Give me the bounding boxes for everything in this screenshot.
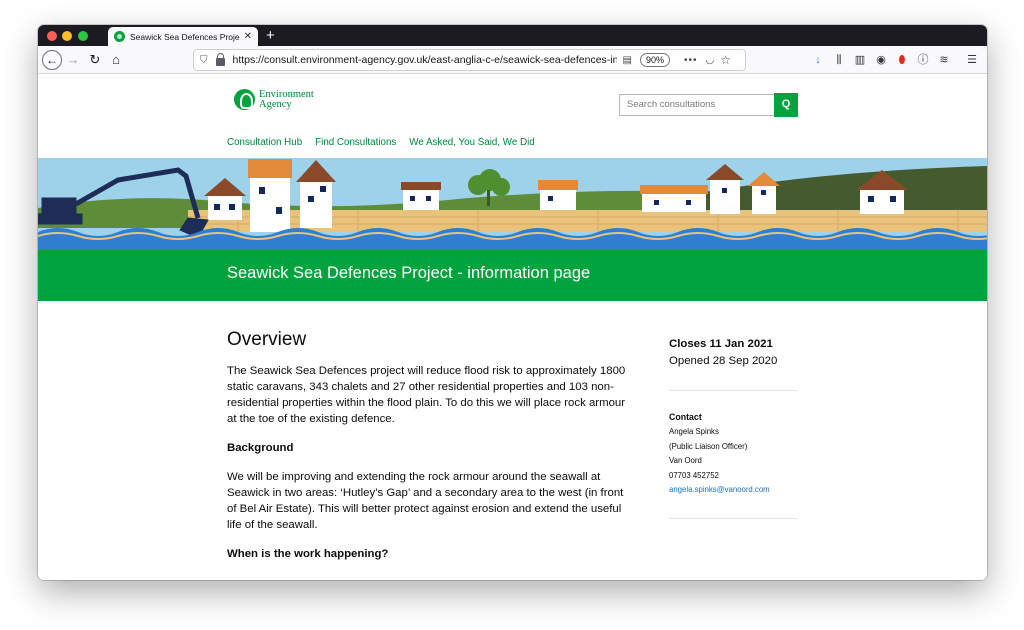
library-icon[interactable]: ⫼ [831, 51, 847, 69]
nav-we-asked[interactable]: We Asked, You Said, We Did [409, 137, 534, 148]
search-icon: Q [781, 98, 791, 110]
contact-block: Contact Angela Spinks (Public Liaison Of… [669, 412, 797, 498]
opening-date: Opened 28 Sep 2020 [669, 355, 778, 367]
webpage: Environment Agency Search consultations … [38, 75, 987, 580]
new-tab-button[interactable]: + [266, 26, 275, 45]
background-paragraph: We will be improving and extending the r… [227, 471, 624, 531]
tracker-icon[interactable]: ◉ [873, 51, 889, 69]
back-arrow-icon[interactable]: ← [42, 50, 62, 70]
shield-icon[interactable]: ⛉ [200, 55, 208, 66]
overview-section: Overview The Seawick Sea Defences projec… [227, 329, 627, 575]
close-window-button[interactable] [47, 31, 57, 41]
zoom-level-badge[interactable]: 90% [639, 53, 670, 67]
home-icon[interactable]: ⌂ [108, 50, 124, 70]
contact-org: Van Oord [669, 456, 702, 465]
tab-seawick[interactable]: Seawick Sea Defences Project ✕ [108, 27, 258, 46]
background-heading: Background [227, 442, 294, 454]
overview-paragraph: The Seawick Sea Defences project will re… [227, 365, 626, 425]
contact-label: Contact [669, 412, 702, 422]
url-bar[interactable]: ⛉ https://consult.environment-agency.gov… [193, 49, 746, 71]
divider [669, 517, 797, 519]
site-navigation: Consultation Hub Find Consultations We A… [227, 137, 535, 148]
page-title-bar: Seawick Sea Defences Project - informati… [38, 250, 987, 301]
navigation-toolbar: ← → ↻ ⌂ ⛉ https://consult.environment-ag… [38, 46, 987, 74]
environment-agency-logo[interactable]: Environment Agency [234, 89, 314, 110]
opera-icon[interactable]: ⬮ [894, 51, 910, 69]
tab-strip: Seawick Sea Defences Project ✕ + [38, 25, 987, 46]
logo-line2: Agency [259, 98, 292, 110]
search-button[interactable]: Q [774, 93, 798, 117]
contact-role: (Public Liaison Officer) [669, 441, 748, 451]
reader-view-icon[interactable]: ▤ [623, 55, 632, 66]
page-title: Seawick Sea Defences Project - informati… [227, 264, 591, 282]
tab-close-icon[interactable]: ✕ [244, 31, 252, 42]
closing-date: Closes 11 Jan 2021 [669, 338, 773, 350]
contact-name: Angela Spinks [669, 427, 719, 436]
when-heading: When is the work happening? [227, 548, 389, 560]
tab-title: Seawick Sea Defences Project [130, 31, 240, 42]
page-actions-button[interactable]: ••• [684, 55, 698, 66]
nav-find-consultations[interactable]: Find Consultations [315, 137, 396, 148]
menu-icon[interactable]: ☰ [964, 51, 980, 69]
forward-arrow-icon[interactable]: → [66, 50, 80, 70]
minimize-window-button[interactable] [62, 31, 72, 41]
logo-mark-icon [234, 89, 255, 110]
consultation-sidebar: Closes 11 Jan 2021 Opened 28 Sep 2020 Co… [669, 338, 797, 519]
browser-window: Seawick Sea Defences Project ✕ + ← → ↻ ⌂… [38, 25, 987, 580]
search-input[interactable]: Search consultations [619, 94, 774, 116]
layers-icon[interactable]: ≋ [936, 51, 952, 69]
download-icon[interactable]: ↓ [810, 51, 826, 69]
nav-consultation-hub[interactable]: Consultation Hub [227, 137, 302, 148]
overview-heading: Overview [227, 329, 307, 350]
reload-icon[interactable]: ↻ [88, 50, 102, 70]
url-text[interactable]: https://consult.environment-agency.gov.u… [233, 54, 617, 66]
contact-phone: 07703 452752 [669, 470, 719, 480]
divider [669, 390, 797, 391]
pocket-icon[interactable]: ◡ [705, 55, 714, 66]
sidebar-icon[interactable]: ▥ [852, 51, 868, 69]
environment-agency-favicon-icon [114, 31, 125, 42]
info-icon[interactable]: ⓘ [915, 51, 931, 69]
star-icon[interactable]: ☆ [720, 53, 731, 67]
contact-email-link[interactable]: angela.spinks@vanoord.com [669, 483, 797, 498]
lock-icon[interactable] [215, 53, 225, 66]
seaside-banner-illustration [38, 158, 987, 250]
fullscreen-window-button[interactable] [78, 31, 88, 41]
